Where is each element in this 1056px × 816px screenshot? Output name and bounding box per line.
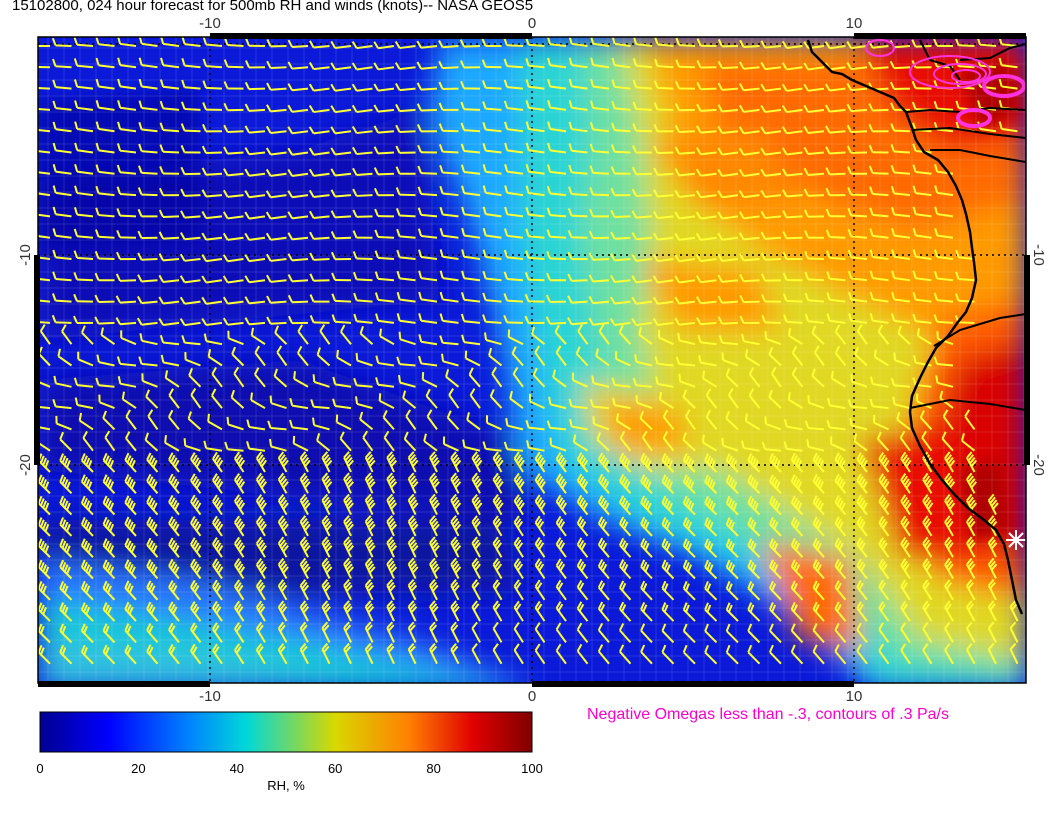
x-tick-label-bottom: -10 bbox=[199, 688, 221, 705]
frame-bar-top bbox=[210, 33, 532, 39]
colorbar-tick-label: 0 bbox=[36, 761, 43, 776]
y-tick-label-left: -20 bbox=[17, 454, 34, 476]
x-tick-label-bottom: 10 bbox=[846, 688, 863, 705]
colorbar-tick-label: 40 bbox=[230, 761, 244, 776]
x-tick-label-bottom: 0 bbox=[528, 688, 536, 705]
colorbar-label: RH, % bbox=[267, 778, 305, 793]
star-marker bbox=[1006, 530, 1026, 550]
frame-bar-left bbox=[34, 255, 40, 465]
y-tick-label-right: -20 bbox=[1030, 454, 1047, 476]
colorbar-bar bbox=[39, 711, 533, 753]
colorbar-tick-label: 80 bbox=[426, 761, 440, 776]
frame-bar-top bbox=[854, 33, 1026, 39]
y-tick-label-right: -10 bbox=[1030, 244, 1047, 266]
x-tick-label-top: 0 bbox=[528, 15, 536, 32]
colorbar-tick-label: 20 bbox=[131, 761, 145, 776]
colorbar: 0 20 40 60 80 100 RH, % bbox=[36, 711, 543, 793]
x-tick-label-top: -10 bbox=[199, 15, 221, 32]
colorbar-tick-label: 100 bbox=[521, 761, 543, 776]
forecast-map: -10 -10 0 0 10 10 -10 -10 -20 -20 0 20 40 60 80 100 RH… bbox=[17, 15, 1047, 793]
x-tick-label-top: 10 bbox=[846, 15, 863, 32]
colorbar-ticks: 0 20 40 60 80 100 bbox=[36, 761, 542, 776]
frame-bar-bottom bbox=[38, 681, 210, 687]
frame-bar-right bbox=[1024, 255, 1030, 465]
frame-bar-bottom bbox=[532, 681, 854, 687]
omega-note: Negative Omegas less than -.3, contours … bbox=[587, 706, 949, 723]
y-tick-label-left: -10 bbox=[17, 244, 34, 266]
colorbar-tick-label: 60 bbox=[328, 761, 342, 776]
